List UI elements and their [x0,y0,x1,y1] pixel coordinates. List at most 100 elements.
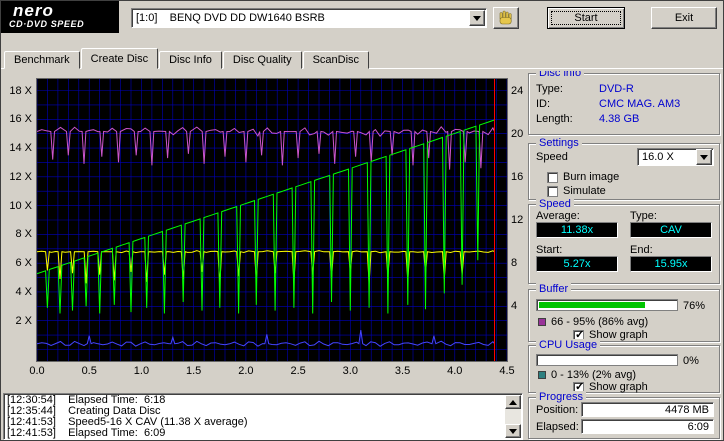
group-title: Progress [536,391,587,404]
simulate-label: Simulate [563,185,606,197]
end-speed-value: 15.95x [630,256,712,272]
speed-group: Speed Average: Type: 11.38x CAV Start: E… [528,198,720,284]
axis-tick-label: 1.0 [133,365,150,377]
drive-select-arrow-button[interactable] [469,10,485,26]
burn-image-label: Burn image [563,171,620,183]
axis-tick-label: 4 [511,300,518,313]
end-speed-label: End: [630,244,653,256]
disc-id-label: ID: [536,98,551,110]
axis-tick-label: 24 [511,84,524,97]
cpu-usage-bar [536,354,678,366]
x-axis-labels: 0.0 0.5 1.0 1.5 2.0 2.5 3.0 3.5 4.0 4.5 [3,365,525,379]
write-speed-value: 16.0 X [642,151,674,163]
axis-tick-label: 16 X [9,113,32,126]
elapsed-label: Elapsed: [536,421,579,433]
type-label: Type: [630,210,657,222]
tab-scandisc[interactable]: ScanDisc [302,51,370,69]
disc-info-row: Length: 4.38 GB [536,113,716,125]
position-label: Position: [536,404,579,416]
axis-tick-label: 12 [511,214,524,226]
progress-group: Progress Position: 4478 MB Elapsed: 6:09 [528,391,720,439]
log-panel[interactable]: [12:30:54] Elapsed Time: 6:18 [12:35:44]… [3,393,523,440]
disc-type-label: Type: [536,83,563,95]
speed-chart: 2 X 4 X 6 X 8 X 10 X 12 X 14 X 16 X 18 X 4 8 12 16 2… [3,71,525,393]
tab-disc-info[interactable]: Disc Info [159,51,222,69]
nero-logo: nero CD·DVD SPEED [1,1,119,33]
buffer-group: Buffer 76% 66 - 95% (86% avg) Show graph [528,283,720,342]
tab-benchmark[interactable]: Benchmark [4,51,80,69]
buffer-level-fill [539,302,646,308]
speed-setting-label: Speed [536,151,568,163]
buffer-percent: 76% [683,300,706,312]
axis-tick-label: 4.0 [447,365,463,377]
start-speed-value: 5.27x [536,256,618,272]
simulate-checkbox[interactable] [547,185,558,197]
hand-icon [499,10,512,25]
nero-product-text: CD·DVD SPEED [9,19,85,29]
scroll-down-button[interactable] [505,424,521,438]
tab-create-disc[interactable]: Create Disc [80,48,159,69]
axis-tick-label: 3.5 [394,365,411,377]
simulate-option: Simulate [547,185,606,197]
tab-label: Benchmark [14,54,70,66]
series-write-speed [36,119,495,314]
tab-disc-quality[interactable]: Disc Quality [222,51,302,69]
disc-length-label: Length: [536,113,573,125]
eject-button[interactable] [493,7,519,29]
burn-image-option: Burn image [547,171,619,183]
nero-brand-text: nero [13,1,54,20]
axis-tick-label: 2.0 [238,365,254,377]
exit-button-label: Exit [674,12,694,24]
position-value: 4478 MB [581,402,714,417]
axis-tick-label: 0.5 [81,365,97,377]
axis-tick-label: 20 [511,127,524,140]
axis-tick-label: 4.5 [499,365,515,377]
log-scrollbar[interactable] [505,395,521,438]
axis-tick-label: 8 X [15,228,32,241]
cpu-show-graph-label: Show graph [589,381,648,393]
drive-select-value: [1:0] BENQ DVD DD DW1640 BSRB [136,12,325,24]
left-axis-labels: 2 X 4 X 6 X 8 X 10 X 12 X 14 X 16 X 18 X [3,71,34,376]
tab-label: Disc Quality [232,54,292,66]
axis-tick-label: 4 X [15,285,32,298]
burn-image-checkbox[interactable] [547,171,558,183]
focus-rect [551,11,621,25]
axis-tick-label: 6 X [15,257,32,270]
cpu-range: 0 - 13% (2% avg) [551,369,636,381]
start-button[interactable]: Start [547,7,625,29]
scroll-up-button[interactable] [505,395,521,409]
disc-info-row: ID: CMC MAG. AM3 [536,98,716,110]
log-line: [12:41:53] Elapsed Time: 6:09 [7,427,166,439]
speed-type-value: CAV [630,222,712,238]
axis-tick-label: 10 X [9,199,32,212]
disc-id-value: CMC MAG. AM3 [599,98,681,110]
cpu-legend-swatch [538,371,546,379]
chevron-down-icon [509,428,517,434]
axis-tick-label: 0.0 [29,365,45,377]
axis-tick-label: 12 X [9,170,32,183]
buffer-level-bar [536,299,678,311]
chevron-down-icon [473,15,481,21]
cpu-percent: 0% [683,355,699,367]
group-title: CPU Usage [536,339,601,352]
cpu-usage-group: CPU Usage 0% 0 - 13% (2% avg) Show graph [528,339,720,393]
chevron-up-icon [509,399,517,405]
chart-plot [36,78,508,362]
series-cpu-usage [36,330,495,347]
tab-label: Disc Info [169,54,212,66]
group-title: Buffer [536,283,572,296]
tab-bar: Benchmark Create Disc Disc Info Disc Qua… [4,48,370,69]
axis-tick-label: 1.5 [186,365,202,377]
drive-select[interactable]: [1:0] BENQ DVD DD DW1640 BSRB [131,8,487,28]
disc-length-value: 4.38 GB [599,113,640,125]
tab-label: ScanDisc [312,54,360,66]
axis-tick-label: 16 [511,170,524,183]
chart-canvas [36,79,508,361]
axis-tick-label: 2 X [15,314,32,327]
exit-button[interactable]: Exit [651,7,717,29]
write-speed-arrow-button[interactable] [696,149,712,165]
axis-tick-label: 18 X [9,84,32,97]
axis-tick-label: 8 [511,257,518,270]
disc-info-row: Type: DVD-R [536,83,716,95]
write-speed-select[interactable]: 16.0 X [637,148,714,166]
